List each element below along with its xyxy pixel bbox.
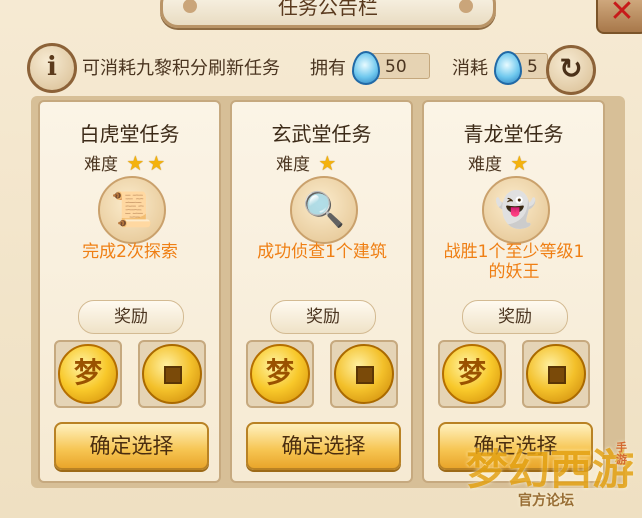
dream-coin-icon: 梦 (58, 344, 118, 404)
ghost-icon: 👻 (482, 176, 550, 244)
watermark-subtitle: 官方论坛 (518, 493, 574, 509)
owned-label: 拥有 (310, 58, 346, 79)
refresh-button[interactable]: ↻ (546, 45, 596, 95)
close-button[interactable]: ✕ (596, 0, 642, 34)
difficulty: 难度 ★ (468, 150, 528, 175)
cost-label: 消耗 (452, 58, 488, 79)
crystal-icon (352, 51, 380, 85)
window-title: 任务公告栏 (278, 0, 378, 19)
task-description: 成功侦查1个建筑 (257, 242, 387, 262)
star-icon: ★ (510, 151, 529, 175)
difficulty: 难度 ★ (276, 150, 336, 175)
game-logo-watermark: 梦幻西游 官方论坛 手游 (466, 436, 636, 516)
star-icon: ★ (147, 151, 166, 175)
reward-label: 奖励 (270, 300, 376, 334)
task-card-title: 玄武堂任务 (271, 122, 372, 146)
reward-slot[interactable]: 梦 (438, 340, 506, 408)
confirm-select-button[interactable]: 确定选择 (54, 422, 209, 470)
confirm-select-button[interactable]: 确定选择 (246, 422, 401, 470)
task-description: 战胜1个至少等级1的妖王 (443, 242, 585, 282)
crystal-icon (494, 51, 522, 85)
scroll-map-icon: 📜 (98, 176, 166, 244)
star-icon: ★ (318, 151, 337, 175)
task-card-xuanwu: 玄武堂任务 难度 ★ 🔍 成功侦查1个建筑 奖励 梦 确定选择 (230, 100, 413, 483)
magnifier-icon: 🔍 (290, 176, 358, 244)
reward-slot[interactable] (330, 340, 398, 408)
info-button[interactable]: i (27, 43, 77, 93)
reward-slot[interactable] (522, 340, 590, 408)
reward-slot[interactable]: 梦 (54, 340, 122, 408)
close-icon: ✕ (609, 0, 635, 29)
reward-slot[interactable] (138, 340, 206, 408)
difficulty-label: 难度 (276, 155, 310, 175)
task-card-baihu: 白虎堂任务 难度 ★ ★ 📜 完成2次探索 奖励 梦 确定选择 (38, 100, 221, 483)
refresh-hint-text: 可消耗九黎积分刷新任务 (82, 58, 280, 79)
title-ornament-left (183, 0, 197, 13)
refresh-icon: ↻ (559, 52, 583, 85)
task-card-title: 青龙堂任务 (463, 122, 564, 146)
copper-coin-icon (526, 344, 586, 404)
reward-label: 奖励 (78, 300, 184, 334)
info-icon: i (47, 52, 57, 82)
reward-slot[interactable]: 梦 (246, 340, 314, 408)
difficulty-label: 难度 (84, 155, 118, 175)
task-card-title: 白虎堂任务 (79, 122, 180, 146)
window-title-plate: 任务公告栏 (160, 0, 496, 28)
difficulty-label: 难度 (468, 155, 502, 175)
task-description: 完成2次探索 (82, 242, 178, 262)
task-card-qinglong: 青龙堂任务 难度 ★ 👻 战胜1个至少等级1的妖王 奖励 梦 确定选择 (422, 100, 605, 483)
star-icon: ★ (126, 151, 145, 175)
copper-coin-icon (334, 344, 394, 404)
reward-label: 奖励 (462, 300, 568, 334)
dream-coin-icon: 梦 (250, 344, 310, 404)
dream-coin-icon: 梦 (442, 344, 502, 404)
watermark-tag: 手游 (616, 441, 627, 466)
title-ornament-right (459, 0, 473, 13)
copper-coin-icon (142, 344, 202, 404)
difficulty: 难度 ★ ★ (84, 150, 165, 175)
task-board-window: 任务公告栏 ✕ i 可消耗九黎积分刷新任务 拥有 50 消耗 5 ↻ 白虎堂任务… (0, 0, 642, 518)
watermark-logo: 梦幻西游 (466, 445, 635, 494)
